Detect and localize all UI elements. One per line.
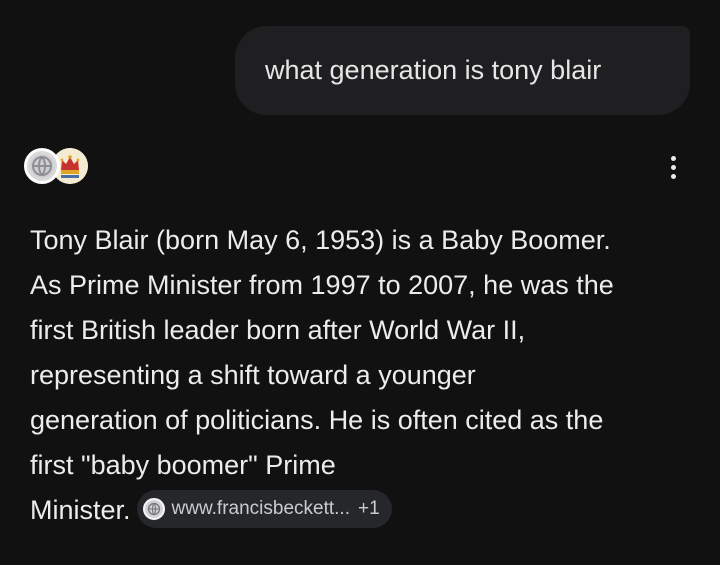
response-line: first "baby boomer" Prime [30,450,336,480]
citation-extra-count: +1 [357,497,380,519]
response-line: Minister. [30,495,131,525]
response-text: Tony Blair (born May 6, 1953) is a Baby … [30,218,705,533]
citation-chip[interactable]: www.francisbeckett... +1 [136,489,392,528]
response-line: representing a shift toward a younger [30,360,476,390]
response-line: first British leader born after World Wa… [30,315,526,345]
source-icons[interactable] [24,146,90,186]
user-message-text: what generation is tony blair [265,55,602,85]
globe-icon [24,148,60,184]
response-line: As Prime Minister from 1997 to 2007, he … [30,270,614,300]
citation-label: www.francisbeckett... [171,497,350,519]
response-last-line: Minister. www.francisbeckett... +1 [30,488,705,533]
globe-icon [142,497,165,520]
response-line: generation of politicians. He is often c… [30,405,604,435]
more-options-icon[interactable] [658,150,688,184]
response-line: Tony Blair (born May 6, 1953) is a Baby … [30,225,611,255]
user-message-bubble: what generation is tony blair [235,26,690,115]
